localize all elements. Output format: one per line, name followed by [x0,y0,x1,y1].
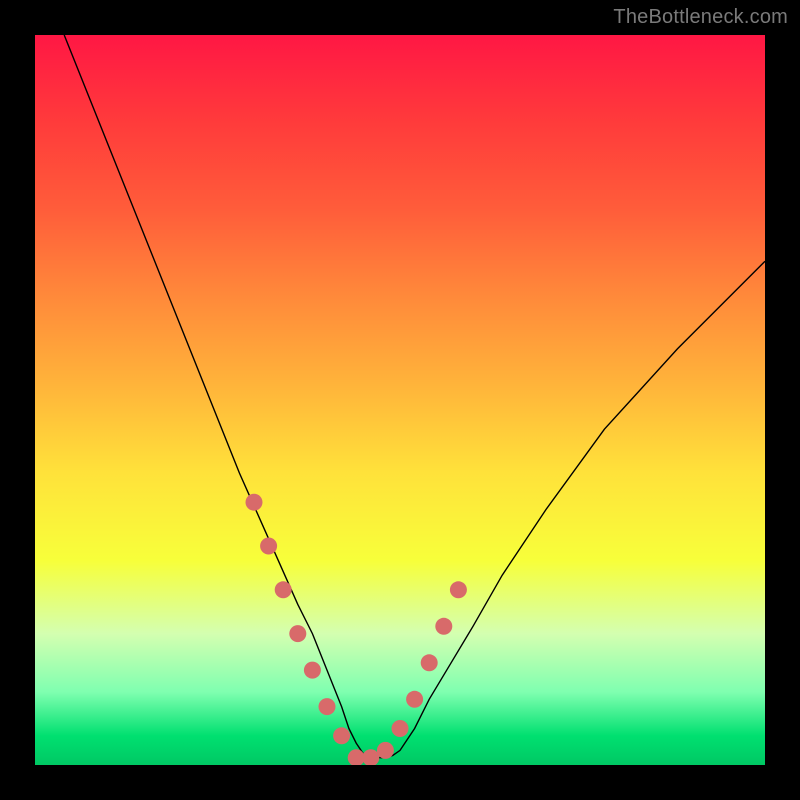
bottleneck-curve [64,35,765,758]
curve-dot [260,538,277,555]
curve-sample-dots [246,494,467,765]
curve-dot [275,581,292,598]
curve-dot [289,625,306,642]
curve-dot [319,698,336,715]
bottleneck-curve-chart [35,35,765,765]
curve-dot [333,727,350,744]
curve-dot [421,654,438,671]
curve-dot [450,581,467,598]
watermark-text: TheBottleneck.com [613,6,788,29]
curve-dot [362,749,379,765]
curve-dot [406,691,423,708]
chart-plot-area [35,35,765,765]
curve-dot [246,494,263,511]
curve-dot [304,662,321,679]
curve-dot [392,720,409,737]
curve-dot [377,742,394,759]
curve-dot [435,618,452,635]
